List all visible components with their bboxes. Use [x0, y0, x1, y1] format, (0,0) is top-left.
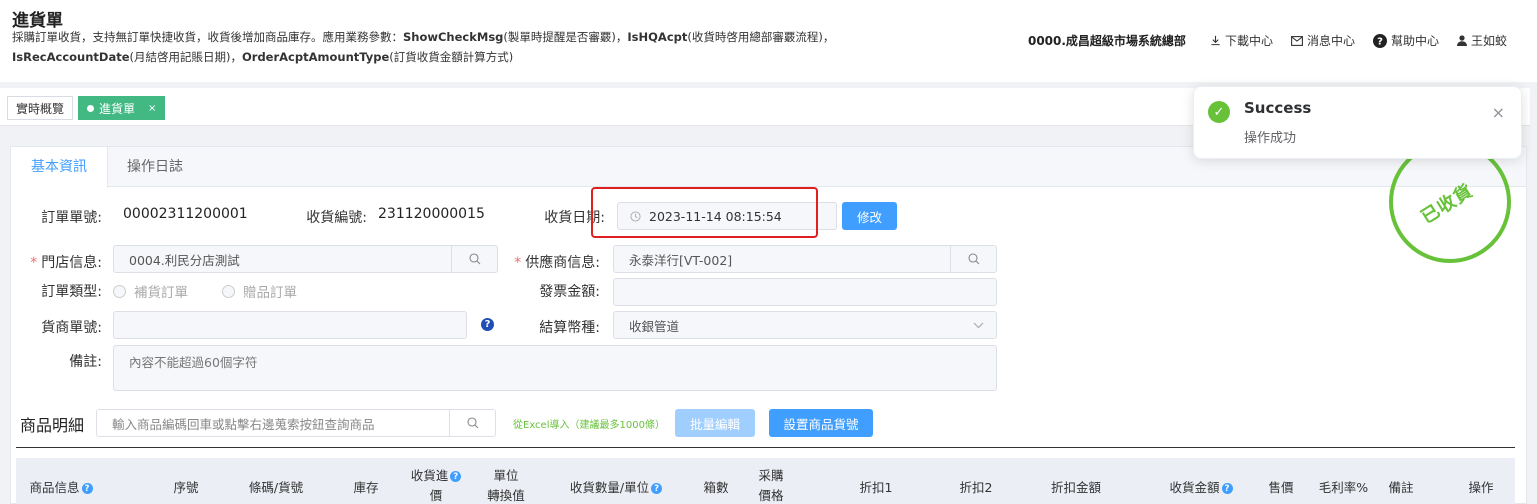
user-menu[interactable]: 王如蛟: [1456, 32, 1507, 49]
store-search-button[interactable]: [451, 246, 497, 272]
supplier-label: * 供應商信息:: [514, 255, 600, 271]
currency-select[interactable]: 收銀管道: [613, 311, 997, 339]
question-icon[interactable]: ?: [81, 483, 93, 494]
download-center-link[interactable]: 下載中心: [1210, 32, 1273, 49]
radio-replenish[interactable]: 補貨訂單: [113, 281, 188, 301]
success-toast: ✓ Success 操作成功 ×: [1193, 86, 1522, 159]
product-search-button[interactable]: [449, 410, 495, 436]
col-margin: 毛利率%: [1318, 480, 1369, 495]
supplier-search-button[interactable]: [950, 246, 996, 272]
col-discount1: 折扣1: [859, 480, 893, 495]
excel-import-link[interactable]: 從Excel導入（建議最多1000條）: [513, 416, 665, 431]
close-icon[interactable]: ×: [1492, 103, 1505, 122]
question-icon[interactable]: ?: [651, 483, 663, 494]
radio-gift[interactable]: 贈品訂單: [222, 281, 297, 301]
check-circle-icon: ✓: [1208, 101, 1230, 123]
col-stock: 庫存: [353, 480, 379, 495]
remark-textarea[interactable]: 內容不能超過60個字符: [113, 345, 997, 391]
product-search-input[interactable]: 輸入商品編碼回車或點擊右邊蒐索按鈕查詢商品: [96, 409, 496, 437]
tab-basic-info[interactable]: 基本資訊: [11, 147, 108, 188]
col-unit-conversion: 單位 轉換值: [487, 468, 525, 503]
question-circle-icon: ?: [1372, 33, 1387, 48]
col-purchase-price: 采購 價格: [758, 468, 784, 503]
toast-title: Success: [1244, 99, 1312, 117]
store-label: * 門店信息:: [30, 255, 102, 271]
date-highlight-box: [591, 187, 818, 238]
modify-button[interactable]: 修改: [842, 202, 897, 230]
chevron-down-icon: [973, 322, 984, 329]
search-icon: [967, 253, 979, 265]
invoice-label: 發票金額:: [539, 284, 600, 300]
search-icon: [468, 253, 480, 265]
col-receive-price: 收貨進? 價: [401, 466, 471, 504]
set-product-number-button[interactable]: 設置商品貨號: [769, 409, 873, 437]
remark-label: 備註:: [69, 354, 102, 370]
vendor-no-input[interactable]: [113, 311, 467, 339]
active-dot-icon: [87, 104, 94, 112]
col-receive-qty: 收貨數量/單位?: [556, 478, 676, 498]
currency-label: 結算幣種:: [539, 320, 600, 336]
page-description: 採購訂單收貨，支持無訂單快捷收貨，收貨後增加商品庫存。應用業務參數：ShowCh…: [12, 30, 835, 64]
products-section-title: 商品明細: [20, 416, 85, 435]
col-seq: 序號: [173, 480, 199, 495]
section-divider: [16, 447, 1515, 448]
search-icon: [466, 417, 478, 429]
page-header: 進貨單 採購訂單收貨，支持無訂單快捷收貨，收貨後增加商品庫存。應用業務參數：Sh…: [0, 0, 1537, 82]
user-icon: [1456, 35, 1467, 46]
radio-circle-icon: [113, 284, 126, 298]
col-receive-amount: 收貨金額?: [1151, 478, 1251, 498]
tab-overview[interactable]: 實時概覽: [7, 96, 74, 120]
radio-circle-icon: [222, 284, 235, 298]
company-name: 0000.成昌超級市場系統總部: [1027, 34, 1186, 48]
question-icon[interactable]: ?: [1221, 483, 1233, 494]
tab-operation-log[interactable]: 操作日誌: [107, 147, 203, 187]
order-no-value: 00002311200001: [123, 206, 248, 222]
top-right-nav: 0000.成昌超級市場系統總部 下載中心 消息中心 ? 幫助中心 王如蛟: [1028, 32, 1507, 49]
question-icon[interactable]: ?: [450, 471, 462, 482]
svg-text:?: ?: [1377, 36, 1383, 47]
toast-message: 操作成功: [1244, 131, 1297, 146]
order-type-label: 訂單類型:: [41, 284, 102, 300]
help-center-link[interactable]: ? 幫助中心: [1372, 32, 1439, 49]
store-input[interactable]: 0004.利民分店測試: [113, 245, 498, 273]
col-discount-amount: 折扣金額: [1050, 480, 1101, 495]
invoice-input[interactable]: [613, 278, 997, 306]
question-icon[interactable]: ?: [481, 318, 494, 331]
batch-edit-button[interactable]: 批量編輯: [675, 409, 755, 437]
download-icon: [1211, 35, 1220, 46]
table-header: 商品信息? 序號 條碼/貨號 庫存 收貨進? 價 單位 轉換值 收貨數量/單位? 箱…: [16, 458, 1515, 504]
order-no-label: 訂單單號:: [41, 210, 102, 226]
col-boxes: 箱數: [703, 480, 729, 495]
tab-receipt[interactable]: 進貨單 ×: [78, 96, 166, 120]
envelope-icon: [1291, 35, 1303, 46]
col-sale-price: 售價: [1268, 480, 1294, 495]
col-remark: 備註: [1388, 480, 1414, 495]
receipt-no-label: 收貨編號:: [306, 210, 367, 226]
col-action: 操作: [1468, 480, 1494, 495]
col-barcode: 條碼/貨號: [248, 480, 304, 495]
close-icon[interactable]: ×: [148, 103, 156, 114]
message-center-link[interactable]: 消息中心: [1291, 32, 1355, 49]
col-discount2: 折扣2: [959, 480, 993, 495]
vendor-no-label: 貨商單號:: [41, 320, 102, 336]
receipt-no-value: 231120000015: [378, 206, 485, 222]
supplier-input[interactable]: 永泰洋行[VT-002]: [613, 245, 997, 273]
col-product-info: 商品信息?: [16, 478, 106, 498]
